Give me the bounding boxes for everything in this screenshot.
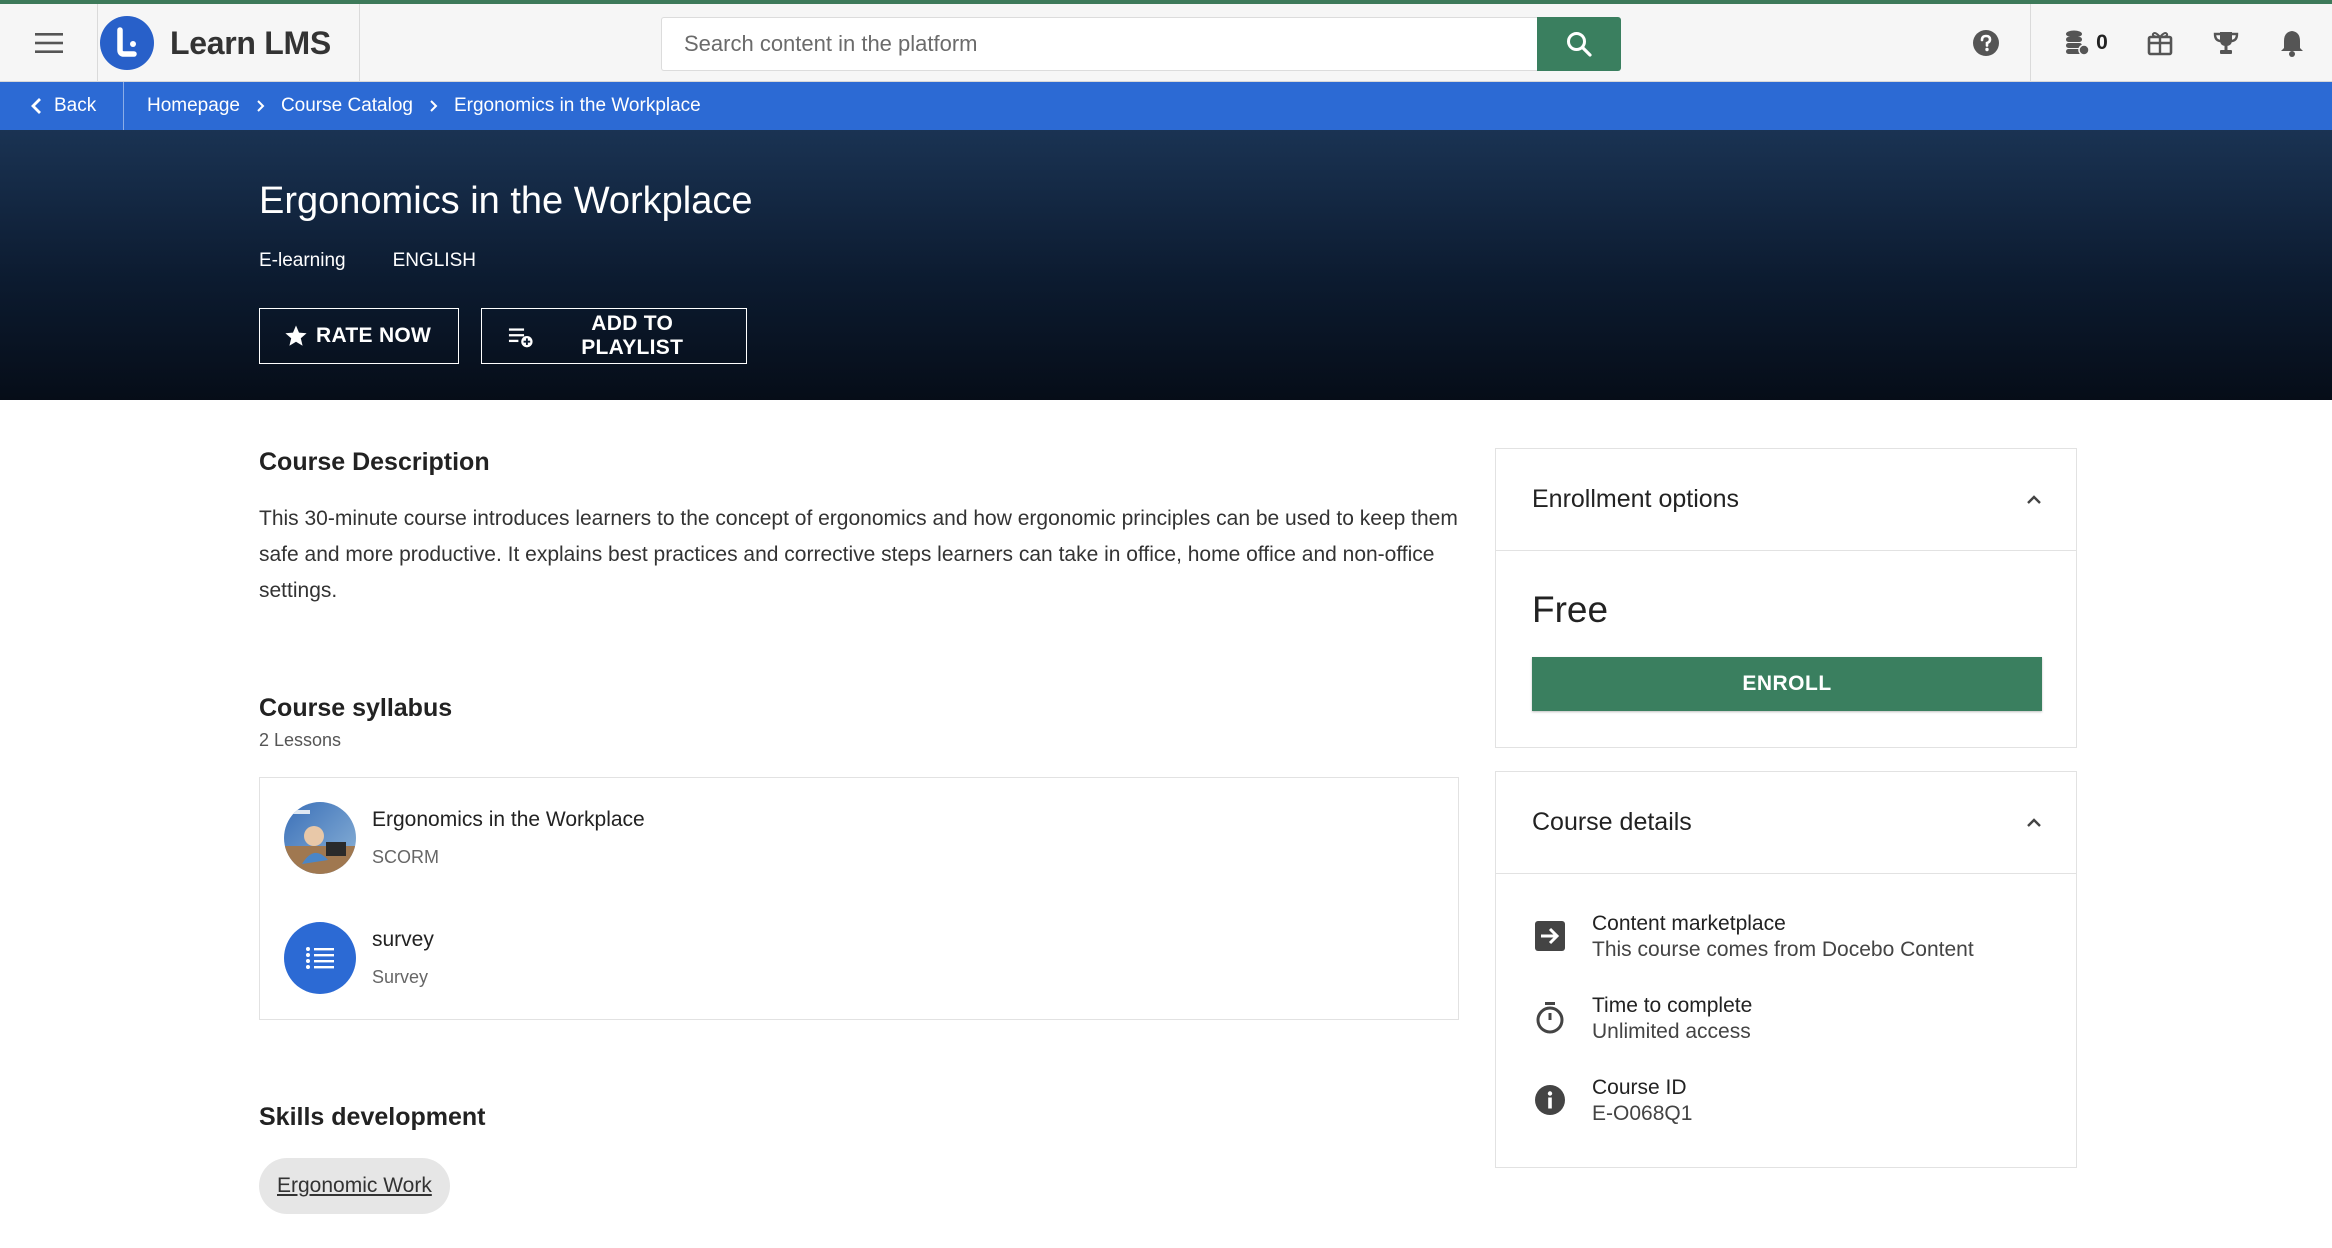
course-details-title: Course details	[1532, 808, 1692, 836]
star-icon	[285, 325, 307, 346]
rate-now-label: RATE NOW	[316, 324, 432, 347]
app-name: Learn LMS	[170, 24, 331, 61]
help-button[interactable]	[1966, 4, 2006, 82]
add-to-playlist-label: ADD TO PLAYLIST	[581, 312, 684, 359]
back-button[interactable]: Back	[0, 82, 124, 130]
info-icon	[1532, 1082, 1568, 1118]
menu-button[interactable]	[0, 4, 98, 82]
breadcrumb-homepage[interactable]: Homepage	[147, 95, 240, 117]
lesson-item[interactable]: Ergonomics in the Workplace SCORM	[284, 802, 645, 874]
detail-content-marketplace: Content marketplace This course comes fr…	[1532, 912, 1974, 962]
help-icon	[1973, 30, 1999, 56]
course-details-card: Course details Content marketplace This …	[1495, 771, 2077, 1168]
breadcrumb-bar: Back Homepage Course Catalog Ergonomics …	[0, 82, 2332, 130]
playlist-add-icon	[508, 328, 533, 348]
detail-label: Content marketplace	[1592, 912, 1786, 935]
detail-value: This course comes from Docebo Content	[1592, 938, 1974, 961]
lesson-title[interactable]: survey	[372, 928, 434, 952]
course-hero: Ergonomics in the Workplace E-learning E…	[0, 130, 2332, 400]
breadcrumb-current-course: Ergonomics in the Workplace	[453, 95, 701, 116]
detail-label: Course ID	[1592, 1076, 1687, 1099]
login-arrow-icon	[1532, 918, 1568, 954]
list-icon	[284, 922, 356, 994]
topbar-divider	[2030, 4, 2031, 82]
gift-icon	[2147, 32, 2173, 56]
enrollment-options-card: Enrollment options Free ENROLL	[1495, 448, 2077, 748]
hamburger-icon	[34, 33, 63, 53]
search-icon	[1567, 32, 1592, 57]
detail-value: Unlimited access	[1592, 1020, 1751, 1043]
timer-icon	[1532, 1000, 1568, 1036]
lesson-type: Survey	[372, 967, 429, 987]
breadcrumb-course-catalog[interactable]: Course Catalog	[281, 95, 413, 117]
rate-now-button[interactable]: RATE NOW	[259, 308, 459, 364]
detail-course-id: Course ID E-O068Q1	[1532, 1076, 1692, 1126]
lesson-type: SCORM	[372, 847, 439, 867]
chevron-up-icon	[2027, 494, 2041, 504]
trophy-icon	[2213, 32, 2239, 54]
chevron-right-icon	[429, 99, 438, 113]
course-description: This 30-minute course introduces learner…	[259, 507, 1458, 602]
course-language: ENGLISH	[392, 250, 477, 271]
logo-mark-icon	[100, 16, 154, 70]
detail-time-to-complete: Time to complete Unlimited access	[1532, 994, 1752, 1044]
coins-count: 0	[2096, 31, 2108, 54]
coins-button[interactable]: 0	[2058, 4, 2114, 82]
syllabus-list: Ergonomics in the Workplace SCORM survey…	[259, 777, 1459, 1020]
lesson-item[interactable]: survey Survey	[284, 922, 434, 994]
course-meta: E-learning ENGLISH	[259, 250, 476, 272]
lesson-title[interactable]: Ergonomics in the Workplace	[372, 808, 645, 832]
search-button[interactable]	[1537, 17, 1621, 71]
skill-chip[interactable]: Ergonomic Work	[259, 1158, 450, 1214]
bell-icon	[2281, 31, 2303, 57]
enroll-button[interactable]: ENROLL	[1532, 657, 2042, 711]
chevron-left-icon	[31, 98, 41, 114]
lessons-count: 2 Lessons	[259, 730, 342, 750]
search-input[interactable]	[661, 17, 1537, 71]
course-thumbnail	[284, 802, 356, 874]
course-type: E-learning	[259, 250, 346, 271]
course-details-header[interactable]: Course details	[1496, 772, 2076, 874]
chevron-right-icon	[256, 99, 265, 113]
detail-value: E-O068Q1	[1592, 1102, 1693, 1125]
chevron-up-icon	[2027, 817, 2041, 827]
enrollment-options-title: Enrollment options	[1532, 485, 1740, 513]
notifications-button[interactable]	[2272, 4, 2312, 82]
page-title: Ergonomics in the Workplace	[259, 180, 753, 222]
detail-label: Time to complete	[1592, 994, 1753, 1017]
breadcrumb: Homepage Course Catalog Ergonomics in th…	[124, 95, 701, 117]
course-syllabus-heading: Course syllabus	[259, 694, 453, 722]
back-label: Back	[54, 95, 97, 116]
course-price: Free	[1532, 589, 1609, 630]
add-to-playlist-button[interactable]: ADD TO PLAYLIST	[481, 308, 747, 364]
skills-development-heading: Skills development	[259, 1103, 486, 1131]
top-bar: Learn LMS 0	[0, 0, 2332, 82]
coins-icon	[2066, 30, 2090, 56]
achievements-button[interactable]	[2206, 4, 2246, 82]
search-bar	[661, 17, 1621, 71]
app-logo[interactable]: Learn LMS	[98, 4, 360, 82]
enrollment-options-header[interactable]: Enrollment options	[1496, 449, 2076, 551]
rewards-button[interactable]	[2140, 4, 2180, 82]
course-description-heading: Course Description	[259, 448, 490, 476]
